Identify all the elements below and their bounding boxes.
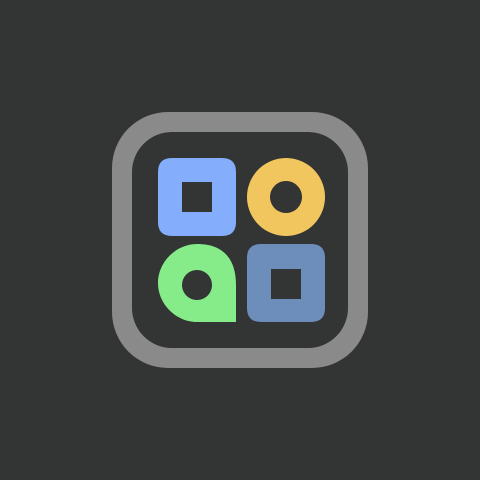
app-grid-icon [112,112,368,368]
icon-canvas [0,0,480,480]
